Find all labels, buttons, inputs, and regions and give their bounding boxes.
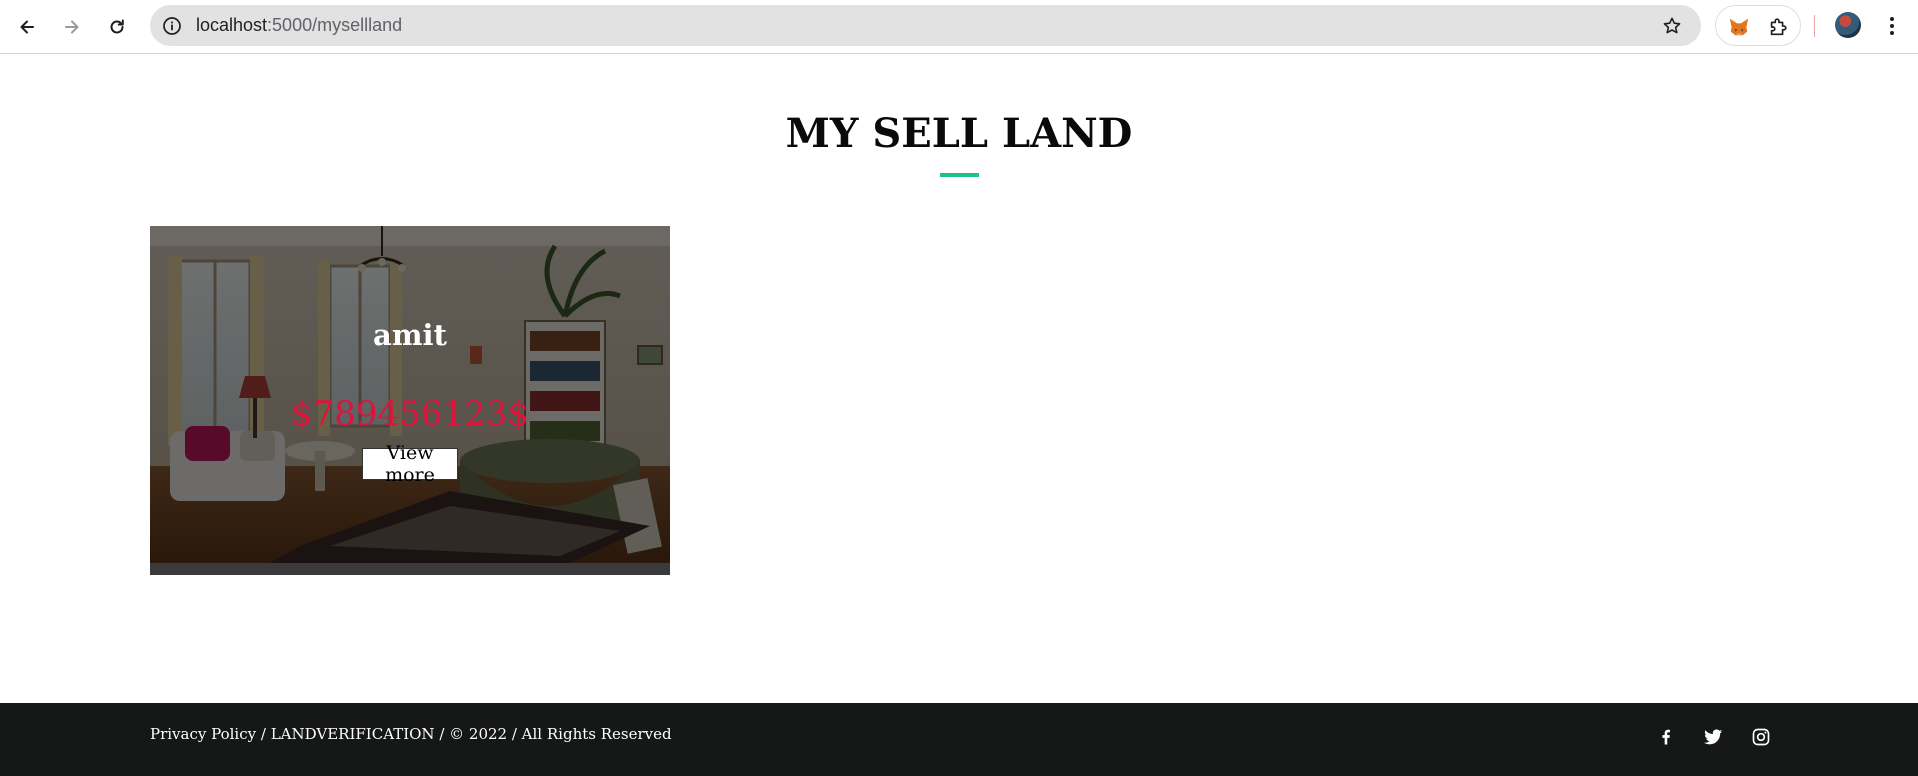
land-listing-card: amit $789456123$ View more <box>150 226 670 575</box>
title-underline <box>940 173 979 177</box>
toolbar-divider <box>1814 15 1815 37</box>
footer-copyright: Privacy Policy / LANDVERIFICATION / © 20… <box>150 725 672 743</box>
url-text[interactable]: localhost:5000/mysellland <box>196 5 402 46</box>
footer: Privacy Policy / LANDVERIFICATION / © 20… <box>0 703 1918 776</box>
extensions-puzzle-icon[interactable] <box>1766 15 1790 39</box>
reload-icon <box>110 19 124 34</box>
twitter-icon[interactable] <box>1702 726 1724 748</box>
forward-arrow-icon <box>65 20 79 34</box>
browser-toolbar: localhost:5000/mysellland <box>0 0 1918 54</box>
page-title: MY SELL LAND <box>785 110 1133 157</box>
site-info-icon[interactable] <box>161 15 183 37</box>
url-path: :5000/mysellland <box>267 15 403 35</box>
facebook-icon[interactable] <box>1655 726 1677 748</box>
reload-button[interactable] <box>99 9 135 45</box>
metamask-fox-icon[interactable] <box>1727 15 1751 39</box>
bookmark-star-icon[interactable] <box>1661 15 1683 37</box>
back-button[interactable] <box>9 9 45 45</box>
url-host: localhost <box>196 15 268 35</box>
instagram-icon[interactable] <box>1750 726 1772 748</box>
listing-price: $789456123$ <box>291 394 529 434</box>
profile-avatar[interactable] <box>1835 12 1861 38</box>
address-bar[interactable]: localhost:5000/mysellland <box>150 5 1701 46</box>
extensions-group <box>1715 5 1801 46</box>
view-more-button[interactable]: View more <box>362 442 458 486</box>
browser-menu-icon[interactable] <box>1882 12 1902 40</box>
listing-owner-name: amit <box>373 318 447 352</box>
forward-button[interactable] <box>54 9 90 45</box>
back-arrow-icon <box>20 20 34 34</box>
